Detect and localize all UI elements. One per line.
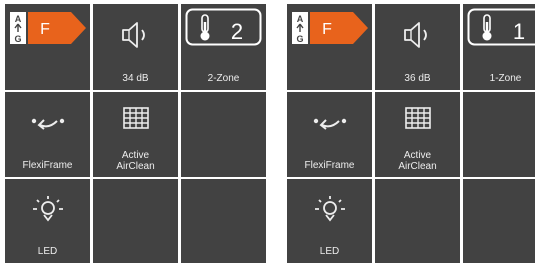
energy-rating-tile: A G F [5, 4, 90, 90]
light-bulb-icon [313, 194, 347, 224]
flexiframe-arrow-icon [31, 113, 65, 133]
speaker-icon [401, 19, 435, 51]
empty-tile [181, 179, 266, 263]
airclean-tile: Active AirClean [375, 92, 460, 177]
empty-tile [93, 179, 178, 263]
airclean-tile: Active AirClean [93, 92, 178, 177]
energy-scale-top: A [15, 14, 22, 24]
energy-scale-bottom: G [296, 34, 303, 44]
energy-scale-top: A [297, 14, 304, 24]
noise-level-tile: 34 dB [93, 4, 178, 90]
empty-tile [463, 179, 535, 263]
energy-rating-icon: A G F [291, 11, 369, 45]
airclean-label: Active AirClean [93, 150, 178, 172]
zone-tile: 2 2-Zone [181, 4, 266, 90]
empty-tile [181, 92, 266, 177]
flexiframe-label: FlexiFrame [287, 160, 372, 171]
energy-scale-bottom: G [14, 34, 21, 44]
noise-level-label: 34 dB [93, 73, 178, 84]
flexiframe-tile: FlexiFrame [5, 92, 90, 177]
led-tile: LED [5, 179, 90, 263]
flexiframe-arrow-icon [313, 113, 347, 133]
flexiframe-label: FlexiFrame [5, 160, 90, 171]
air-filter-grid-icon [123, 107, 149, 129]
empty-tile [463, 92, 535, 177]
zone-label: 1-Zone [463, 73, 535, 84]
noise-level-label: 36 dB [375, 73, 460, 84]
zone-label: 2-Zone [181, 73, 266, 84]
zone-number: 1 [513, 19, 525, 44]
led-label: LED [5, 246, 90, 257]
energy-rating-letter: F [40, 21, 50, 38]
air-filter-grid-icon [405, 107, 431, 129]
energy-rating-letter: F [322, 21, 332, 38]
energy-rating-icon: A G F [9, 11, 87, 45]
energy-rating-tile: A G F [287, 4, 372, 90]
light-bulb-icon [31, 194, 65, 224]
zone-tile: 1 1-Zone [463, 4, 535, 90]
feature-grid-left: A G F 34 dB 2 2-Zone [5, 4, 266, 263]
zone-number: 2 [231, 19, 243, 44]
speaker-icon [119, 19, 153, 51]
airclean-label: Active AirClean [375, 150, 460, 172]
flexiframe-tile: FlexiFrame [287, 92, 372, 177]
empty-tile [375, 179, 460, 263]
thermometer-icon: 2 [185, 8, 262, 46]
thermometer-icon: 1 [467, 8, 535, 46]
led-tile: LED [287, 179, 372, 263]
led-label: LED [287, 246, 372, 257]
feature-grid-right: A G F 36 dB 1 1-Zone [287, 4, 535, 263]
noise-level-tile: 36 dB [375, 4, 460, 90]
